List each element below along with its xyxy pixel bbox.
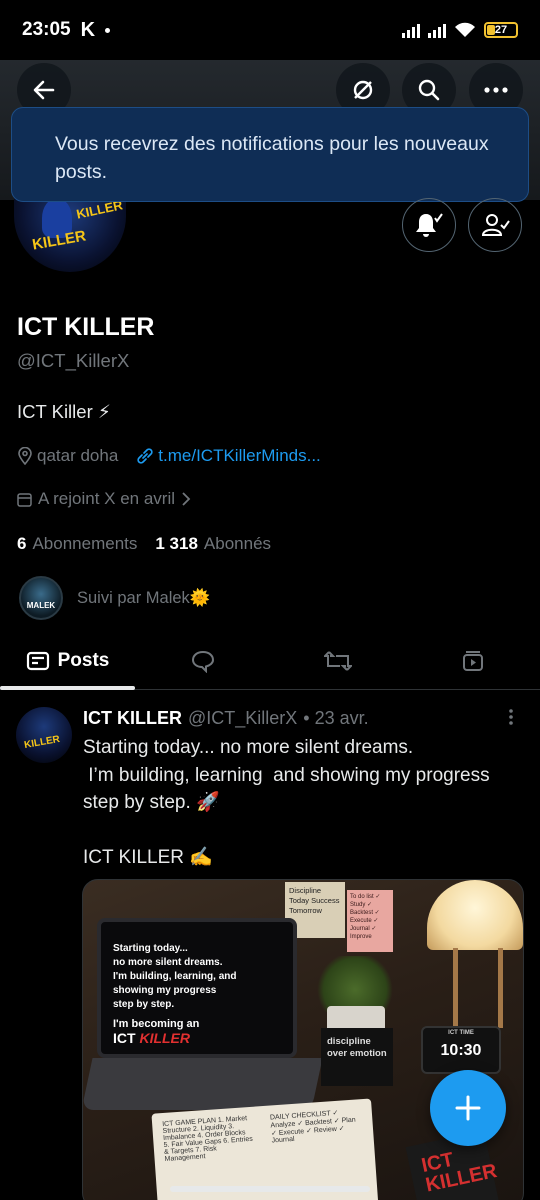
wifi-icon — [455, 22, 475, 37]
joined-text: A rejoint X en avril — [38, 489, 176, 508]
lamp-stand — [453, 948, 503, 1028]
search-icon — [418, 79, 440, 101]
bell-check-icon — [416, 213, 443, 237]
battery-level: 27 — [494, 24, 508, 36]
replies-icon — [191, 650, 214, 673]
tab-posts[interactable]: Posts — [0, 632, 135, 690]
follow-stats: 6 Abonnements 1 318 Abonnés — [17, 534, 271, 554]
plus-icon — [455, 1095, 481, 1121]
followed-by[interactable]: MALEK Suivi par Malek🌞 — [19, 576, 210, 620]
followers-label[interactable]: Abonnés — [204, 534, 271, 554]
post-text: Starting today... no more silent dreams.… — [83, 737, 490, 868]
profile-handle: @ICT_KillerX — [17, 350, 130, 371]
chevron-right-icon[interactable] — [181, 492, 191, 506]
screen-line-6: I'm becoming an — [113, 1018, 200, 1030]
post-image[interactable]: Discipline Today Success Tomorrow To do … — [82, 879, 524, 1200]
battery-icon: 27 — [484, 22, 518, 38]
profile-meta: qatar doha t.me/ICTKillerMinds... — [17, 446, 321, 466]
media-icon — [462, 650, 483, 671]
refresh-icon — [353, 80, 373, 100]
screen-line-1: Starting today... — [113, 943, 188, 954]
notebook: ICT GAME PLAN 1. Market Structure 2. Liq… — [151, 1098, 379, 1200]
post-more-button[interactable] — [508, 708, 514, 731]
person-check-icon — [481, 214, 510, 236]
tab-posts-label: Posts — [57, 649, 110, 671]
screen-line-3: I'm building, learning, and — [113, 971, 237, 982]
following-count[interactable]: 6 — [17, 534, 26, 554]
post-date: • 23 avr. — [303, 708, 369, 728]
sticky-note-todo: To do list ✓ Study ✓ Backtest ✓ Execute … — [347, 890, 393, 952]
follower-avatar: MALEK — [19, 576, 63, 620]
tab-reposts[interactable] — [270, 632, 405, 689]
active-tab-indicator — [0, 686, 135, 690]
profile-tabs: Posts — [0, 632, 540, 690]
lamp-shade — [427, 880, 523, 950]
screen-brand-a: ICT — [113, 1030, 136, 1046]
status-icons: 27 — [402, 22, 518, 38]
post-header: ICT KILLER @ICT_KillerX • 23 avr. — [83, 708, 369, 729]
notification-dot-icon — [105, 27, 111, 33]
notification-toast: Vous recevrez des notifications pour les… — [11, 107, 529, 202]
compose-button[interactable] — [430, 1070, 506, 1146]
status-bar: 23:05 K 27 — [0, 0, 540, 60]
follower-avatar-text: MALEK — [26, 601, 56, 610]
post-avatar-text: KILLER — [23, 733, 61, 752]
link-icon — [137, 448, 153, 464]
tab-media[interactable] — [405, 632, 540, 689]
tab-replies[interactable] — [135, 632, 270, 689]
more-icon — [484, 87, 508, 93]
desk-clock: ICT TIME 10:30 — [421, 1026, 501, 1074]
post-avatar[interactable]: KILLER — [16, 707, 72, 763]
following-button[interactable] — [468, 198, 522, 252]
clock-time: 23:05 — [22, 19, 71, 40]
notifications-button[interactable] — [402, 198, 456, 252]
screen-line-2: no more silent dreams. — [113, 957, 223, 968]
signal-icon-2 — [428, 22, 446, 38]
app-notification-icon: K — [80, 18, 96, 41]
plant — [315, 956, 395, 1012]
kebab-icon — [509, 709, 513, 725]
retweet-icon — [323, 650, 352, 671]
screen-brand-b: KILLER — [139, 1030, 191, 1046]
profile-link[interactable]: t.me/ICTKillerMinds... — [158, 446, 320, 466]
profile-location: qatar doha — [37, 446, 119, 465]
signal-icon — [402, 22, 420, 38]
screen-line-4: showing my progress — [113, 985, 217, 996]
back-arrow-icon — [33, 80, 55, 100]
followers-count[interactable]: 1 318 — [155, 534, 198, 554]
discipline-sign: discipline over emotion — [321, 1028, 393, 1086]
profile-joined: A rejoint X en avril — [17, 489, 191, 509]
calendar-icon — [17, 492, 32, 507]
avatar-logo-text-2: KILLER — [30, 227, 88, 254]
toast-message: Vous recevrez des notifications pour les… — [55, 133, 489, 183]
followed-by-text: Suivi par Malek🌞 — [77, 588, 211, 607]
posts-tab-icon — [26, 651, 49, 670]
profile-bio: ICT Killer ⚡ — [17, 401, 111, 422]
screen-line-5: step by step. — [113, 999, 175, 1010]
laptop-screen: Starting today... no more silent dreams.… — [97, 918, 297, 1058]
laptop-keyboard — [83, 1058, 323, 1110]
profile-display-name: ICT KILLER — [17, 313, 155, 341]
following-label[interactable]: Abonnements — [32, 534, 137, 554]
clock-value: 10:30 — [440, 1042, 482, 1059]
home-indicator[interactable] — [170, 1186, 370, 1192]
post-author-handle[interactable]: @ICT_KillerX — [188, 708, 297, 729]
screen-brand: ICT KILLER — [113, 1030, 281, 1046]
clock-label: ICT TIME — [448, 1030, 474, 1036]
location-icon — [18, 447, 32, 465]
post-author-name[interactable]: ICT KILLER — [83, 708, 182, 729]
